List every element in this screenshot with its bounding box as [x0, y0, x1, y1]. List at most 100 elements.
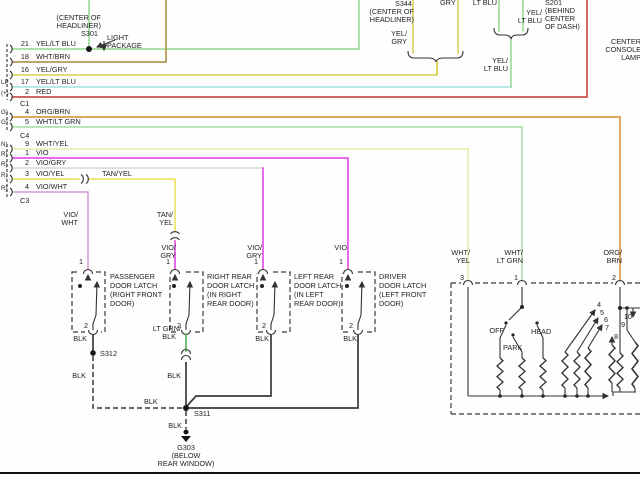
pin-number: 4	[25, 107, 29, 116]
latch-name: DOOR LATCH	[294, 281, 341, 290]
light-package-label: PACKAGE	[107, 41, 142, 50]
wire-label: WHT/BRN	[36, 52, 70, 61]
ground-location: REAR WINDOW)	[158, 459, 215, 468]
wire-label: WHT/LT GRN	[36, 117, 81, 126]
latch-name: DRIVER	[379, 272, 407, 281]
latch-name: (RIGHT FRONT	[110, 290, 163, 299]
center-console-lamp-label: CENTER CONSOLE LAMP	[605, 37, 640, 62]
wire-label: VIO	[36, 148, 49, 157]
edge-fragment: R)	[1, 161, 8, 168]
connector-id: C4	[20, 131, 29, 140]
pin-number: 1	[25, 148, 29, 157]
edge-fragment: G)	[1, 119, 8, 126]
pin-number: 3	[25, 169, 29, 178]
wire-label: TAN/YEL	[102, 169, 132, 178]
wire-label: BLK	[162, 332, 176, 341]
pin-number: 4	[25, 182, 29, 191]
wire-label: GRY	[440, 0, 456, 7]
s301-id: S301	[81, 29, 98, 38]
latch-pin: 2	[84, 321, 88, 330]
wire-label: WHT	[61, 218, 78, 227]
wire-label: BLK	[144, 397, 158, 406]
pin-number: 16	[21, 65, 29, 74]
latch-name: REAR DOOR)	[207, 299, 254, 308]
wire-label: GRY	[391, 37, 407, 46]
splice-id: S312	[100, 349, 117, 358]
component-label: LAMP	[621, 53, 640, 62]
splice-s344: S344 (CENTER OF HEADLINER) YEL/ GRY GRY	[369, 0, 463, 74]
wire-label: LT BLU	[484, 64, 508, 73]
latch-name: DOOR LATCH	[379, 281, 426, 290]
terminal-number: 9	[621, 320, 625, 329]
ground-network: BLK S312 BLK BLK LT GRN/ BLK BLK BLK BLK…	[72, 324, 358, 468]
connector-id: C1	[20, 99, 29, 108]
wire-label: VIO/GRY	[36, 158, 66, 167]
latch-name: (IN RIGHT	[207, 290, 242, 299]
latch-pin: 1	[254, 257, 258, 266]
pin-number: 21	[21, 39, 29, 48]
latch-pin: 1	[166, 257, 170, 266]
wire-label: VIO	[334, 243, 347, 252]
edge-fragment: G)	[1, 109, 8, 116]
wiring-diagram-page: 21 18 16 17 2 4 5 9 1 2 3 4 YEL/LT BLU W…	[0, 0, 640, 480]
passenger-door-latch: 1 2 PASSENGER DOOR LATCH (RIGHT FRONT DO…	[72, 257, 163, 335]
wire-label: VIO/WHT	[36, 182, 68, 191]
pin-number: 18	[21, 52, 29, 61]
wire-label: ORG/BRN	[36, 107, 70, 116]
wire-label: LT GRN	[497, 256, 523, 265]
s201-location: OF DASH)	[545, 22, 580, 31]
latch-name: PASSENGER	[110, 272, 155, 281]
latch-name: REAR DOOR)	[294, 299, 341, 308]
pin-number: 5	[25, 117, 29, 126]
switch-pin: 1	[514, 273, 518, 282]
wire-label: BRN	[607, 256, 622, 265]
wire-label: BLK	[72, 371, 86, 380]
latch-name: LEFT REAR	[294, 272, 334, 281]
latch-pin: 2	[262, 321, 266, 330]
wire-org-brn	[13, 117, 620, 281]
switch-pin: 2	[612, 273, 616, 282]
edge-fragment: R)	[1, 185, 8, 192]
wire-label: YEL	[159, 218, 173, 227]
terminal-number: 8	[614, 332, 618, 341]
latch-name: RIGHT REAR	[207, 272, 252, 281]
pin-number: 2	[25, 158, 29, 167]
pin-number: 9	[25, 139, 29, 148]
wire-label: BLK	[167, 371, 181, 380]
latch-name: DOOR LATCH	[110, 281, 157, 290]
edge-fragment: R)	[1, 151, 8, 158]
wire-label: RED	[36, 87, 51, 96]
edge-fragment: R)	[1, 172, 8, 179]
headlamp-switch: WHT/ YEL WHT/ LT GRN ORG/ BRN 3 1 2 OFF …	[451, 248, 640, 414]
edge-fragment: (+)	[1, 90, 9, 97]
latch-name: DOOR)	[379, 299, 403, 308]
wire-label: BLK	[73, 334, 87, 343]
wire-label: WHT/YEL	[36, 139, 68, 148]
pin-number: 2	[25, 87, 29, 96]
splice-id: S311	[194, 409, 211, 418]
latch-name: DOOR)	[110, 299, 134, 308]
wiring-diagram: 21 18 16 17 2 4 5 9 1 2 3 4 YEL/LT BLU W…	[0, 0, 640, 480]
latch-pin: 1	[79, 257, 83, 266]
wire-label: BLK	[343, 334, 357, 343]
pin-number: 17	[21, 77, 29, 86]
wire-wht-lt-grn	[13, 127, 522, 281]
wire-label: BLK	[168, 421, 182, 430]
edge-fragment: N)	[1, 141, 8, 148]
wire-label: YEL	[456, 256, 470, 265]
wire-label: YEL/LT BLU	[36, 39, 76, 48]
latch-name: (IN LEFT	[294, 290, 324, 299]
s344-location: HEADLINER)	[370, 15, 414, 24]
latch-pin: 1	[339, 257, 343, 266]
latch-name: DOOR LATCH	[207, 281, 254, 290]
splice-s201: LT BLU YEL/ LT BLU S201 (BEHIND CENTER O…	[473, 0, 580, 73]
latch-name: (LEFT FRONT	[379, 290, 427, 299]
wire-label: LT BLU	[473, 0, 497, 7]
wire-label: YEL/GRY	[36, 65, 68, 74]
latch-pin: 2	[349, 321, 353, 330]
left-connector: 21 18 16 17 2 4 5 9 1 2 3 4 YEL/LT BLU W…	[1, 39, 81, 205]
switch-pin: 3	[460, 273, 464, 282]
left-rear-door-latch: 1 2 LEFT REAR DOOR LATCH (IN LEFT REAR D…	[254, 257, 341, 335]
inline-connector-vio-gry: VIO/ GRY	[160, 232, 179, 260]
right-rear-door-latch: 1 2 RIGHT REAR DOOR LATCH (IN RIGHT REAR…	[166, 257, 254, 335]
